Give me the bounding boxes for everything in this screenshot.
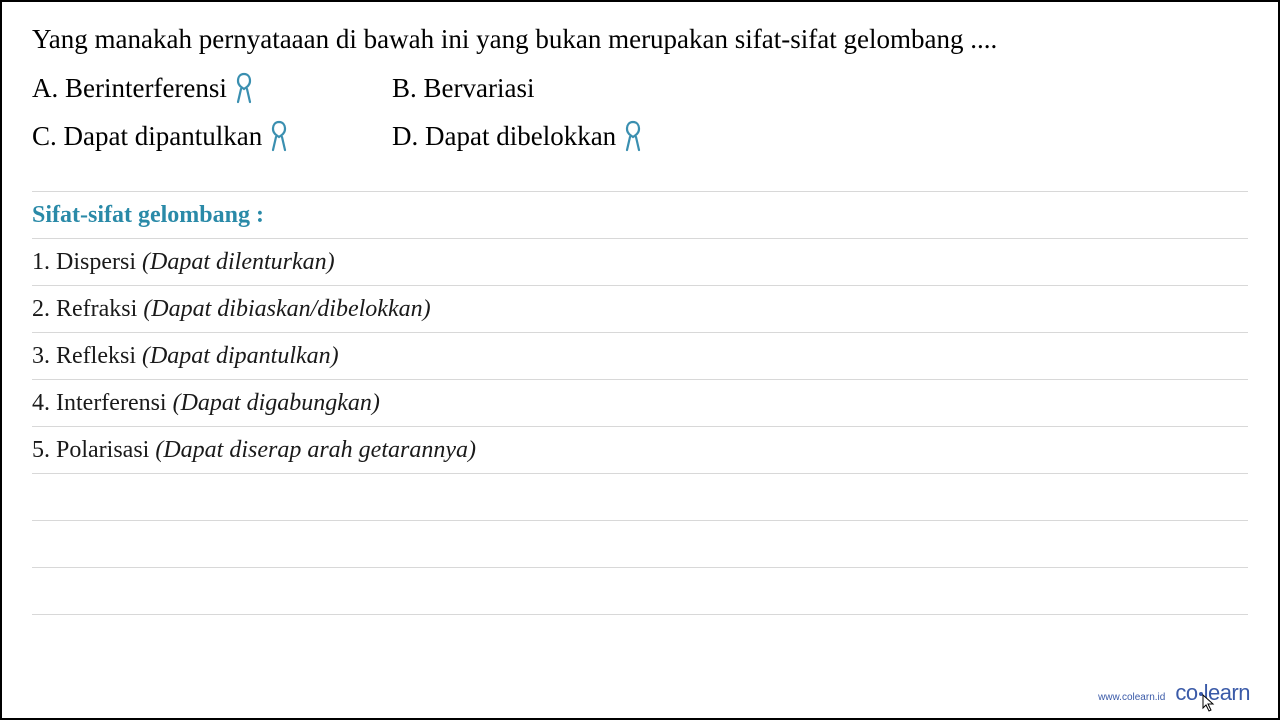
item-term: Refraksi <box>56 296 137 323</box>
ribbon-icon <box>233 71 255 105</box>
item-num: 5. <box>32 437 50 464</box>
answer-item: 5. Polarisasi (Dapat diserap arah getara… <box>32 427 1248 474</box>
footer-url: www.colearn.id <box>1098 692 1165 703</box>
item-num: 4. <box>32 390 50 417</box>
item-num: 3. <box>32 343 50 370</box>
question-area: Yang manakah pernyataaan di bawah ini ya… <box>2 2 1278 163</box>
option-a-label: A. Berinterferensi <box>32 73 227 104</box>
options-grid: A. Berinterferensi B. Bervariasi C. Dapa… <box>32 71 1248 153</box>
question-text: Yang manakah pernyataaan di bawah ini ya… <box>32 20 1248 59</box>
cursor-icon <box>1202 694 1216 712</box>
empty-line <box>32 568 1248 615</box>
answer-item: 4. Interferensi (Dapat digabungkan) <box>32 380 1248 427</box>
answer-heading: Sifat-sifat gelombang : <box>32 192 1248 239</box>
empty-line <box>32 521 1248 568</box>
option-c: C. Dapat dipantulkan <box>32 119 392 153</box>
item-term: Polarisasi <box>56 437 149 464</box>
item-num: 1. <box>32 249 50 276</box>
option-b-label: B. Bervariasi <box>392 73 534 104</box>
answer-item: 2. Refraksi (Dapat dibiaskan/dibelokkan) <box>32 286 1248 333</box>
option-d: D. Dapat dibelokkan <box>392 119 1248 153</box>
ruled-notebook: Sifat-sifat gelombang : 1. Dispersi (Dap… <box>32 191 1248 615</box>
answer-area: Sifat-sifat gelombang : 1. Dispersi (Dap… <box>2 191 1278 615</box>
footer: www.colearn.id colearn <box>1098 680 1250 706</box>
item-term: Interferensi <box>56 390 167 417</box>
option-d-label: D. Dapat dibelokkan <box>392 121 616 152</box>
item-detail: (Dapat dilenturkan) <box>142 249 335 276</box>
option-a: A. Berinterferensi <box>32 71 392 105</box>
empty-line <box>32 474 1248 521</box>
ribbon-icon <box>622 119 644 153</box>
item-term: Dispersi <box>56 249 136 276</box>
item-detail: (Dapat diserap arah getarannya) <box>155 437 476 464</box>
option-c-label: C. Dapat dipantulkan <box>32 121 262 152</box>
item-detail: (Dapat digabungkan) <box>173 390 380 417</box>
item-num: 2. <box>32 296 50 323</box>
answer-item: 1. Dispersi (Dapat dilenturkan) <box>32 239 1248 286</box>
ribbon-icon <box>268 119 290 153</box>
item-detail: (Dapat dipantulkan) <box>142 343 339 370</box>
answer-item: 3. Refleksi (Dapat dipantulkan) <box>32 333 1248 380</box>
option-b: B. Bervariasi <box>392 71 1248 105</box>
item-term: Refleksi <box>56 343 136 370</box>
item-detail: (Dapat dibiaskan/dibelokkan) <box>143 296 430 323</box>
logo-part1: co <box>1175 680 1197 705</box>
